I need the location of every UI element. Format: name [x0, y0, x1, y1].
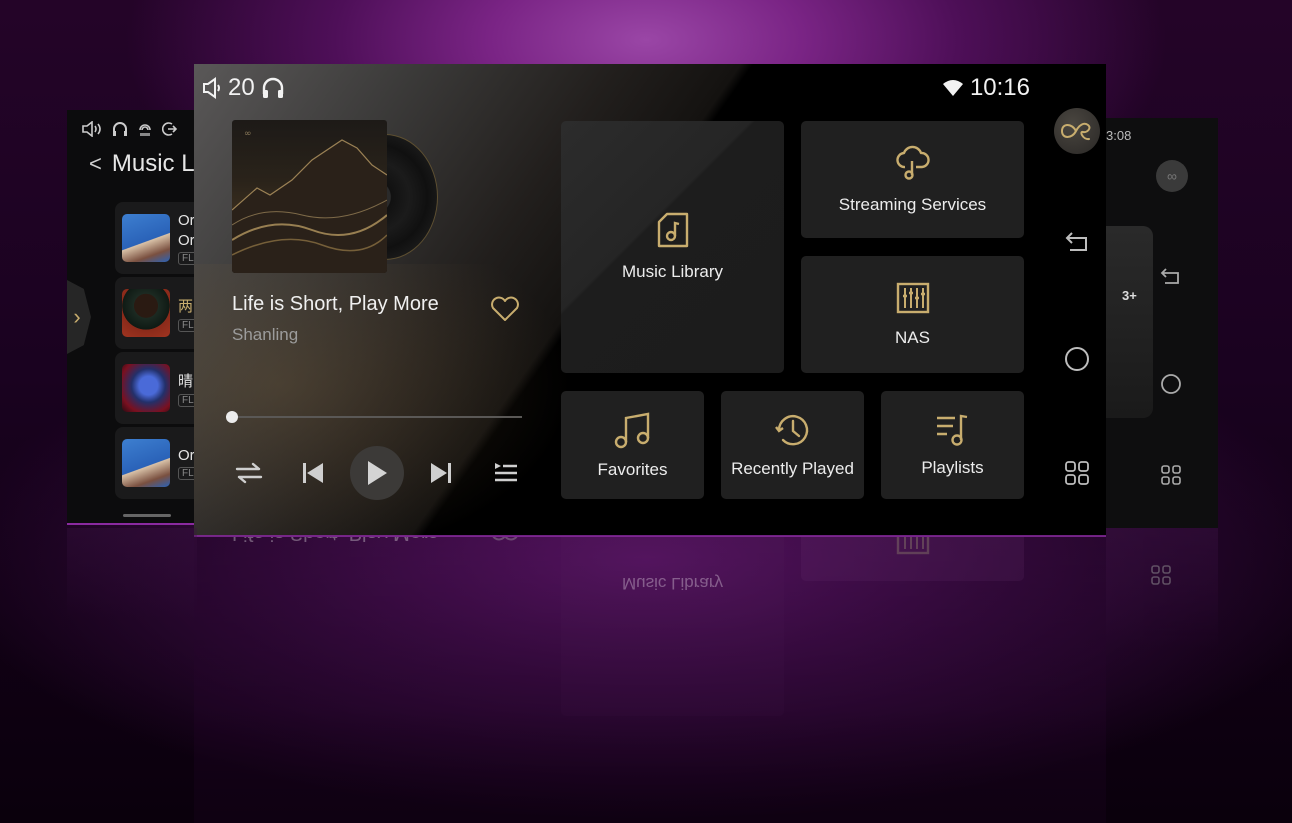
apps-icon-reflection — [1151, 565, 1171, 585]
nas-tile[interactable]: NAS — [801, 256, 1024, 373]
hi-res-audio-icon — [139, 124, 151, 136]
volume-icon — [82, 121, 101, 137]
streaming-services-tile[interactable]: Streaming Services — [801, 121, 1024, 238]
music-library-tile[interactable]: Music Library — [561, 121, 784, 373]
back-icon[interactable] — [1160, 266, 1182, 286]
scroll-indicator — [123, 514, 171, 517]
back-title-text: Music L — [111, 150, 195, 177]
music-library-label: Music Library — [621, 262, 724, 281]
progress-track — [232, 416, 522, 418]
playlist-icon — [936, 414, 967, 446]
next-button[interactable] — [426, 446, 456, 500]
background-screen-music-library: < Music L Or Or FL 两 FL 晴 FL Or FL › — [67, 110, 207, 525]
repeat-icon — [235, 462, 263, 484]
shanling-logo-icon — [1060, 122, 1091, 141]
heart-icon[interactable] — [490, 296, 520, 322]
chevron-right-icon: › — [73, 304, 81, 329]
album-art — [122, 439, 170, 487]
reflection-left — [67, 528, 197, 618]
back-page-title: < Music L — [89, 150, 195, 178]
album-art — [122, 214, 170, 262]
next-icon — [431, 463, 451, 483]
repeat-button[interactable] — [232, 446, 266, 500]
queue-icon — [495, 463, 517, 482]
history-icon — [774, 415, 808, 446]
album-cover: ∞ — [232, 120, 387, 273]
progress-slider[interactable] — [226, 411, 522, 423]
album-artwork[interactable]: ∞ — [232, 120, 442, 275]
playlists-tile[interactable]: Playlists — [881, 391, 1024, 499]
favorites-tile[interactable]: Favorites — [561, 391, 704, 499]
back-status-bar — [81, 120, 178, 138]
svg-text:∞: ∞ — [244, 129, 252, 139]
cloud-music-icon — [895, 145, 930, 180]
playback-controls — [232, 446, 522, 500]
music-file-icon — [657, 212, 688, 248]
progress-knob[interactable] — [226, 411, 238, 423]
queue-button[interactable] — [490, 446, 522, 500]
shanling-logo-icon: ∞ — [1156, 160, 1188, 192]
recently-played-tile[interactable]: Recently Played — [721, 391, 864, 499]
wifi-icon — [942, 80, 963, 96]
volume-icon — [203, 77, 220, 99]
back-badge: 3+ — [1122, 288, 1137, 303]
headphones-icon — [113, 122, 127, 136]
headphones-icon — [262, 77, 283, 98]
back-chevron-icon[interactable]: < — [89, 151, 102, 177]
apps-icon[interactable] — [1160, 464, 1182, 486]
nav-sidebar — [1048, 100, 1106, 530]
background-screen-right: 3:08 ∞ 3+ — [1098, 118, 1218, 528]
album-art — [122, 289, 170, 337]
shanling-logo[interactable] — [1054, 108, 1100, 154]
apps-icon[interactable] — [1064, 460, 1090, 486]
volume-level: 20 — [228, 74, 255, 101]
recently-played-label: Recently Played — [731, 459, 854, 478]
music-notes-icon — [614, 412, 649, 449]
clock: 10:16 — [969, 74, 1030, 101]
home-icon[interactable] — [1064, 346, 1090, 372]
back-icon[interactable] — [1064, 230, 1090, 254]
home-icon[interactable] — [1160, 373, 1182, 395]
back-time: 3:08 — [1106, 128, 1132, 143]
nas-label: NAS — [895, 327, 930, 347]
playlists-label: Playlists — [921, 458, 984, 477]
play-button[interactable] — [350, 446, 404, 500]
artist-name: Shanling — [232, 325, 299, 344]
status-bar: 20 10:16 — [202, 74, 1106, 102]
play-icon — [368, 461, 387, 485]
main-screen: 20 10:16 ∞ Life is Short, Play More Shan… — [194, 64, 1106, 536]
previous-icon — [303, 463, 323, 483]
back-panel — [1098, 226, 1153, 418]
side-panel-handle[interactable]: › — [67, 280, 91, 354]
now-playing-panel: ∞ Life is Short, Play More Shanling — [232, 120, 522, 344]
album-art — [122, 364, 170, 412]
main-screen-reflection: Life is Short, Play More Shanling Music … — [194, 537, 1106, 823]
previous-button[interactable] — [298, 446, 328, 500]
streaming-services-label: Streaming Services — [838, 194, 987, 214]
reflection-right — [1106, 528, 1218, 648]
nas-icon — [896, 282, 929, 313]
output-icon — [162, 122, 178, 136]
favorites-label: Favorites — [597, 460, 668, 479]
song-title: Life is Short, Play More — [232, 293, 439, 315]
